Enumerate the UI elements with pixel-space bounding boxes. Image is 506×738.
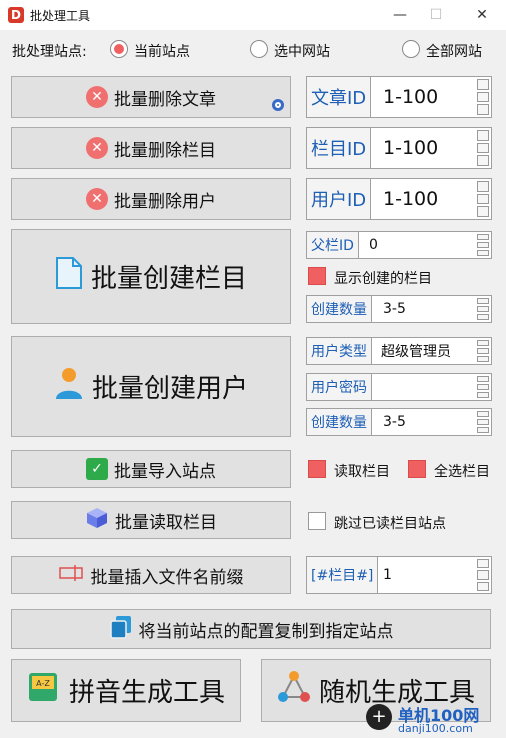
read-columns-button[interactable]: 批量读取栏目 [11, 501, 291, 539]
checkbox-label: 读取栏目 [334, 464, 390, 480]
check-icon: ✓ [86, 458, 108, 480]
copy-config-button[interactable]: 将当前站点的配置复制到指定站点 [11, 609, 491, 649]
read-columns-checkbox[interactable]: 读取栏目 [308, 459, 404, 481]
spinner[interactable] [477, 234, 489, 256]
parent-id-field[interactable]: 父栏ID 0 [306, 231, 492, 259]
create-count-value[interactable]: 3-5 [383, 409, 406, 435]
radio-circle [402, 40, 420, 58]
import-sites-button[interactable]: ✓ 批量导入站点 [11, 450, 291, 488]
column-id-field[interactable]: 栏目ID 1-100 [306, 127, 492, 169]
spinner[interactable] [477, 411, 489, 433]
insert-prefix-button[interactable]: 批量插入文件名前缀 [11, 556, 291, 594]
delete-users-button[interactable]: ✕ 批量删除用户 [11, 178, 291, 220]
button-label: 将当前站点的配置复制到指定站点 [138, 621, 394, 642]
spinner[interactable] [477, 340, 489, 362]
checkbox-box [308, 512, 326, 530]
radio-circle [250, 40, 268, 58]
button-label: 批量创建栏目 [90, 264, 247, 294]
delete-icon: ✕ [86, 188, 108, 210]
rename-icon [58, 564, 85, 587]
checkbox-label: 全选栏目 [434, 464, 490, 480]
button-label: 批量创建用户 [91, 374, 248, 404]
document-icon [55, 256, 83, 297]
user-id-field[interactable]: 用户ID 1-100 [306, 178, 492, 220]
article-id-field[interactable]: 文章ID 1-100 [306, 76, 492, 118]
checkbox-box [308, 267, 326, 285]
watermark: + 单机100网 danji100.com [360, 700, 506, 738]
field-label: 创建数量 [307, 296, 372, 322]
radio-circle [110, 40, 128, 58]
copy-icon [109, 615, 133, 644]
create-count-columns-field[interactable]: 创建数量 3-5 [306, 295, 492, 323]
radio-label: 当前站点 [134, 44, 190, 60]
checkbox-label: 跳过已读栏目站点 [334, 516, 446, 532]
delete-icon: ✕ [86, 137, 108, 159]
column-tag-value[interactable]: 1 [383, 557, 392, 593]
create-users-button[interactable]: 批量创建用户 [11, 336, 291, 437]
spinner[interactable] [477, 559, 489, 591]
svg-text:A-Z: A-Z [36, 679, 50, 688]
spinner[interactable] [477, 376, 489, 398]
field-label: 文章ID [307, 77, 372, 117]
field-label: [#栏目#] [307, 557, 379, 593]
pinyin-tool-button[interactable]: A-Z 拼音生成工具 [11, 659, 241, 722]
maximize-button: ☐ [429, 7, 443, 23]
checkbox-box [308, 460, 326, 478]
user-icon [54, 366, 84, 407]
select-all-columns-checkbox[interactable]: 全选栏目 [408, 459, 498, 481]
radio-label: 全部网站 [426, 44, 482, 60]
gear-icon[interactable] [272, 99, 284, 111]
site-scope-row: 批处理站点: 当前站点 选中网站 全部网站 [0, 38, 506, 64]
spinner[interactable] [477, 79, 489, 116]
title-bar: D 批处理工具 — ☐ ✕ [0, 0, 506, 30]
button-label: 批量导入站点 [114, 461, 216, 482]
radio-label: 选中网站 [274, 44, 330, 60]
site-scope-label: 批处理站点: [12, 44, 87, 60]
button-label: 批量删除栏目 [114, 140, 216, 161]
create-columns-button[interactable]: 批量创建栏目 [11, 229, 291, 324]
button-label: 拼音生成工具 [68, 678, 225, 708]
spinner[interactable] [477, 130, 489, 167]
button-label: 批量删除文章 [114, 89, 216, 110]
article-id-value[interactable]: 1-100 [383, 77, 438, 117]
button-label: 批量读取栏目 [115, 512, 217, 533]
field-label: 用户类型 [307, 338, 372, 364]
checkbox-box [408, 460, 426, 478]
create-count-value[interactable]: 3-5 [383, 296, 406, 322]
user-password-field[interactable]: 用户密码 [306, 373, 492, 401]
column-tag-field[interactable]: [#栏目#] 1 [306, 556, 492, 594]
dictionary-icon: A-Z [27, 670, 61, 711]
create-count-users-field[interactable]: 创建数量 3-5 [306, 408, 492, 436]
checkbox-label: 显示创建的栏目 [334, 271, 432, 287]
parent-id-value[interactable]: 0 [369, 232, 378, 258]
app-logo-icon: D [8, 7, 24, 23]
minimize-button[interactable]: — [388, 4, 412, 26]
skip-read-sites-checkbox[interactable]: 跳过已读栏目站点 [308, 511, 488, 533]
column-id-value[interactable]: 1-100 [383, 128, 438, 168]
spinner[interactable] [477, 298, 489, 320]
delete-articles-button[interactable]: ✕ 批量删除文章 [11, 76, 291, 118]
field-label: 创建数量 [307, 409, 372, 435]
field-label: 栏目ID [307, 128, 372, 168]
button-label: 批量插入文件名前缀 [90, 567, 244, 588]
field-label: 用户ID [307, 179, 372, 219]
delete-icon: ✕ [86, 86, 108, 108]
spinner[interactable] [477, 181, 489, 218]
field-label: 用户密码 [307, 374, 372, 400]
watermark-url: danji100.com [398, 722, 473, 735]
user-id-value[interactable]: 1-100 [383, 179, 438, 219]
show-created-checkbox[interactable]: 显示创建的栏目 [308, 266, 488, 288]
close-button[interactable]: ✕ [470, 4, 494, 26]
field-label: 父栏ID [307, 232, 359, 258]
cube-icon [85, 506, 109, 535]
user-type-field[interactable]: 用户类型 超级管理员 [306, 337, 492, 365]
plus-circle-icon: + [366, 704, 392, 730]
user-type-value[interactable]: 超级管理员 [381, 338, 451, 364]
button-label: 批量删除用户 [114, 191, 216, 212]
delete-columns-button[interactable]: ✕ 批量删除栏目 [11, 127, 291, 169]
window-title: 批处理工具 [30, 9, 91, 23]
network-icon [277, 670, 311, 711]
